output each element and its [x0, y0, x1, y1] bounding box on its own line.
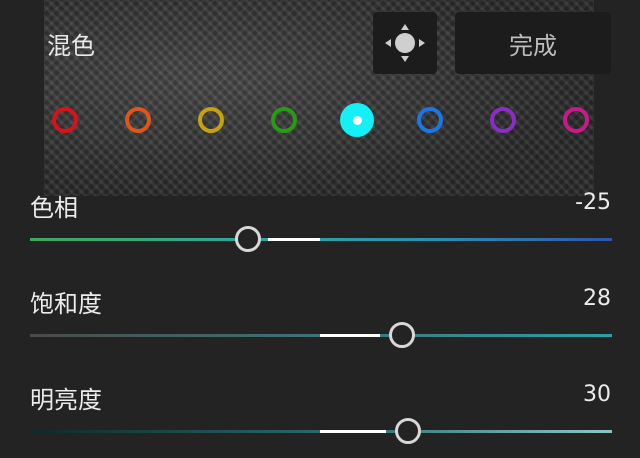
selected-dot [352, 115, 362, 125]
luminance-label: 明亮度 [30, 386, 102, 414]
swatch-blue[interactable] [417, 107, 443, 133]
swatch-orange[interactable] [125, 107, 151, 133]
swatch-magenta[interactable] [563, 107, 589, 133]
hue-reference-mark [268, 238, 320, 241]
swatch-red[interactable] [52, 107, 78, 133]
luminance-value: 30 [583, 382, 611, 407]
hue-slider-track[interactable] [30, 238, 612, 241]
saturation-label: 饱和度 [30, 290, 102, 318]
panel-title: 混色 [47, 32, 95, 60]
luminance-reference-mark [320, 430, 386, 433]
hue-label: 色相 [30, 194, 78, 222]
saturation-slider-thumb[interactable] [389, 322, 416, 348]
done-button[interactable]: 完成 [455, 12, 611, 74]
hue-value: -25 [575, 190, 611, 215]
swatch-green[interactable] [271, 107, 297, 133]
targeted-adjustment-button[interactable] [373, 12, 437, 74]
saturation-value: 28 [583, 286, 611, 311]
saturation-reference-mark [320, 334, 380, 337]
move-target-icon [385, 24, 425, 62]
luminance-slider-thumb[interactable] [395, 418, 422, 444]
swatch-yellow[interactable] [198, 107, 224, 133]
swatch-purple[interactable] [490, 107, 516, 133]
hue-slider-thumb[interactable] [235, 226, 262, 252]
swatch-aqua[interactable] [340, 103, 374, 137]
